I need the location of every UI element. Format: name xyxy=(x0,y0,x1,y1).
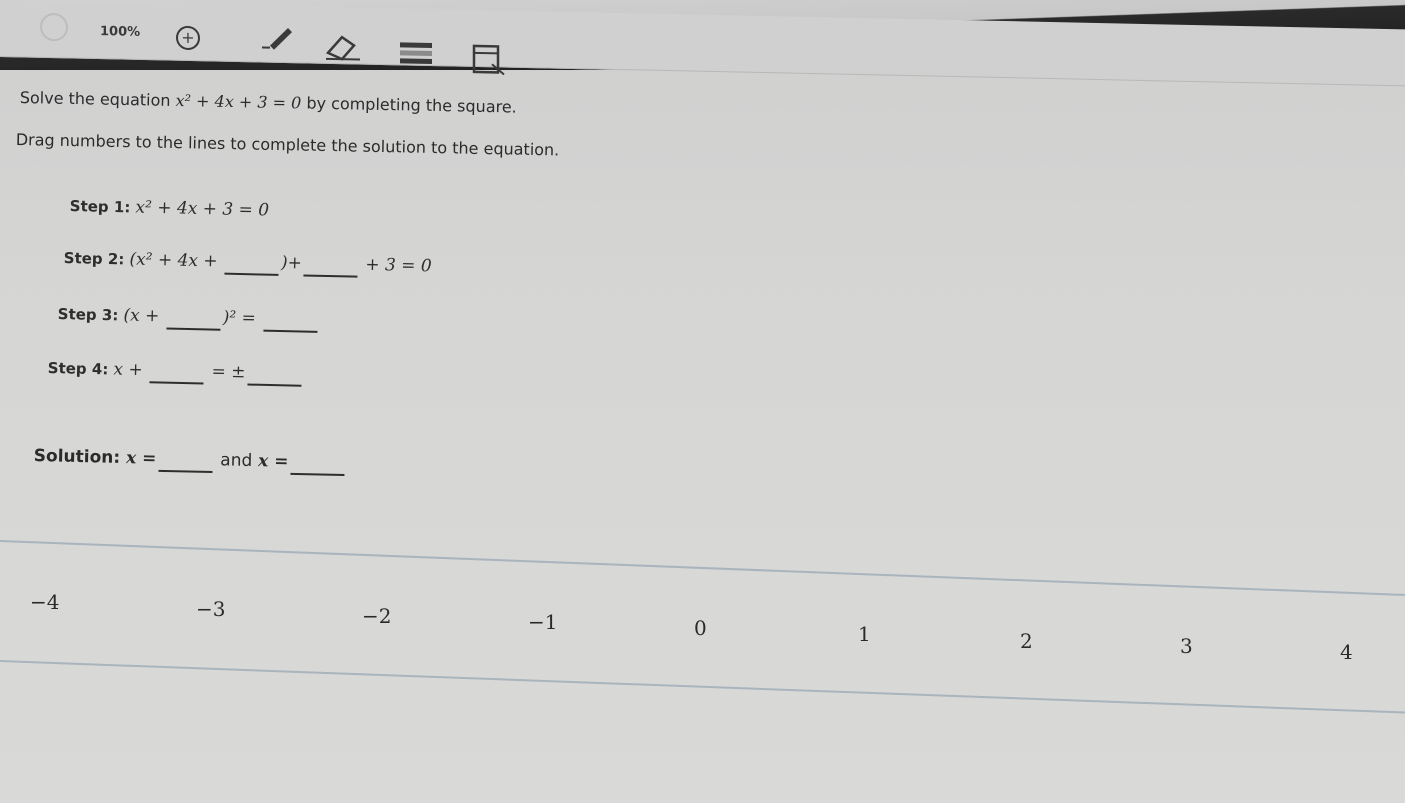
number-tile[interactable]: 0 xyxy=(694,616,707,640)
number-tile[interactable]: −3 xyxy=(196,597,225,621)
number-tile[interactable]: −4 xyxy=(30,590,59,614)
number-tile[interactable]: 2 xyxy=(1020,629,1033,653)
number-tile[interactable]: 1 xyxy=(858,622,871,646)
number-tile[interactable]: −2 xyxy=(362,604,391,628)
number-tile[interactable]: 3 xyxy=(1180,634,1193,658)
number-tile[interactable]: −1 xyxy=(528,610,557,634)
number-tile-bank: −4 −3 −2 −1 0 1 2 3 4 xyxy=(0,0,1405,803)
number-tile[interactable]: 4 xyxy=(1340,640,1353,664)
